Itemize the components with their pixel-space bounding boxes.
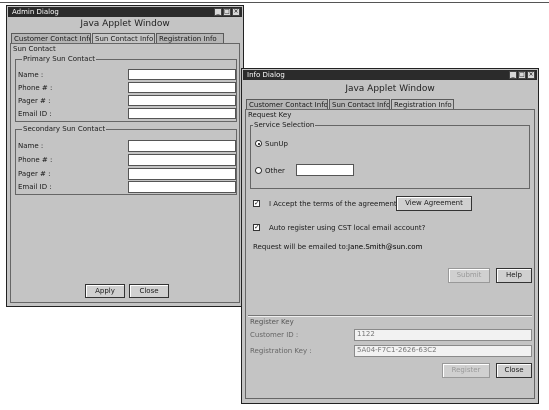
applet-window-label: Java Applet Window bbox=[345, 84, 435, 94]
info-dialog-titlebar[interactable]: Info Dialog _ □ × bbox=[243, 70, 537, 80]
submit-button[interactable]: Submit bbox=[448, 268, 490, 283]
primary-sun-contact-group: Primary Sun Contact Name : Phone # : Pag… bbox=[15, 55, 237, 122]
secondary-name-input[interactable] bbox=[128, 140, 236, 152]
field-label: Name : bbox=[18, 142, 44, 150]
auto-register-label: Auto register using CST local email acco… bbox=[269, 224, 426, 232]
other-radio[interactable] bbox=[255, 167, 262, 174]
admin-dialog-titlebar[interactable]: Admin Dialog _ □ × bbox=[8, 7, 242, 17]
register-key-legend: Register Key bbox=[250, 318, 294, 326]
info-dialog-title: Info Dialog bbox=[247, 71, 285, 79]
field-label: Email ID : bbox=[18, 183, 52, 191]
email-address: Jane.Smith@sun.com bbox=[348, 243, 423, 251]
registration-key-input[interactable]: 5A04-F7C1-2626-63C2 bbox=[354, 345, 532, 357]
panel-title: Sun Contact bbox=[13, 45, 56, 53]
registration-info-panel: Request Key Service Selection SunUp Othe… bbox=[245, 109, 535, 399]
group-legend: Service Selection bbox=[253, 121, 316, 129]
section-divider bbox=[248, 315, 532, 317]
info-dialog-window: Info Dialog _ □ × Java Applet Window Cus… bbox=[241, 68, 539, 404]
sun-contact-panel: Sun Contact Primary Sun Contact Name : P… bbox=[10, 43, 240, 303]
service-selection-group: Service Selection SunUp Other bbox=[250, 121, 530, 189]
accept-terms-label: I Accept the terms of the agreement bbox=[269, 200, 397, 208]
secondary-phone-input[interactable] bbox=[128, 154, 236, 166]
apply-button[interactable]: Apply bbox=[85, 284, 125, 298]
secondary-sun-contact-group: Secondary Sun Contact Name : Phone # : P… bbox=[15, 125, 237, 195]
field-label: Phone # : bbox=[18, 84, 53, 92]
admin-dialog-window: Admin Dialog _ □ × Java Applet Window Cu… bbox=[6, 5, 244, 307]
register-button[interactable]: Register bbox=[442, 363, 490, 378]
admin-dialog-title: Admin Dialog bbox=[12, 8, 59, 16]
primary-email-input[interactable] bbox=[128, 108, 236, 119]
close-icon[interactable]: × bbox=[527, 71, 535, 79]
sunup-radio[interactable] bbox=[255, 140, 262, 147]
group-legend: Secondary Sun Contact bbox=[22, 125, 107, 133]
request-key-legend: Request Key bbox=[248, 111, 292, 119]
close-button[interactable]: Close bbox=[496, 363, 532, 378]
page-top-rule bbox=[0, 2, 549, 3]
customer-id-input[interactable]: 1122 bbox=[354, 329, 532, 341]
maximize-icon[interactable]: □ bbox=[518, 71, 526, 79]
sunup-radio-label: SunUp bbox=[265, 140, 288, 148]
primary-name-input[interactable] bbox=[128, 69, 236, 80]
field-label: Name : bbox=[18, 71, 44, 79]
applet-window-label: Java Applet Window bbox=[80, 19, 170, 29]
help-button[interactable]: Help bbox=[496, 268, 532, 283]
minimize-icon[interactable]: _ bbox=[214, 8, 222, 16]
primary-pager-input[interactable] bbox=[128, 95, 236, 106]
group-legend: Primary Sun Contact bbox=[22, 55, 97, 63]
registration-key-label: Registration Key : bbox=[250, 347, 312, 355]
customer-id-label: Customer ID : bbox=[250, 331, 299, 339]
other-service-input[interactable] bbox=[296, 164, 354, 176]
maximize-icon[interactable]: □ bbox=[223, 8, 231, 16]
field-label: Email ID : bbox=[18, 110, 52, 118]
email-prefix-label: Request will be emailed to: bbox=[253, 243, 349, 251]
accept-terms-checkbox[interactable]: ✓ bbox=[253, 200, 260, 207]
minimize-icon[interactable]: _ bbox=[509, 71, 517, 79]
secondary-pager-input[interactable] bbox=[128, 168, 236, 180]
view-agreement-button[interactable]: View Agreement bbox=[396, 196, 472, 211]
field-label: Pager # : bbox=[18, 97, 51, 105]
secondary-email-input[interactable] bbox=[128, 181, 236, 193]
other-radio-label: Other bbox=[265, 167, 285, 175]
close-button[interactable]: Close bbox=[129, 284, 169, 298]
auto-register-checkbox[interactable]: ✓ bbox=[253, 224, 260, 231]
field-label: Pager # : bbox=[18, 170, 51, 178]
field-label: Phone # : bbox=[18, 156, 53, 164]
close-icon[interactable]: × bbox=[232, 8, 240, 16]
primary-phone-input[interactable] bbox=[128, 82, 236, 93]
